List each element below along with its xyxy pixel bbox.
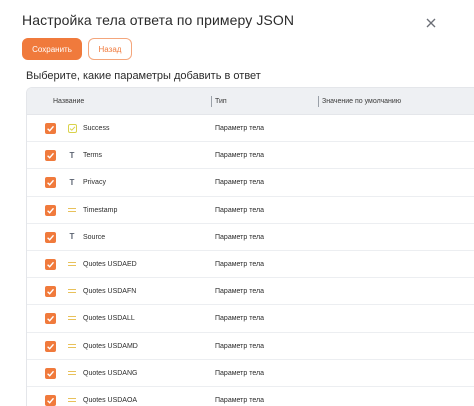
row-checkbox[interactable]	[45, 204, 56, 216]
column-divider	[211, 96, 212, 107]
number-icon	[67, 367, 77, 379]
parameter-type: Параметр тела	[215, 206, 264, 214]
column-header-name: Название	[53, 98, 85, 105]
row-checkbox[interactable]	[45, 340, 56, 352]
row-checkbox[interactable]	[45, 286, 56, 298]
parameter-type: Параметр тела	[215, 396, 264, 404]
close-icon[interactable]	[424, 16, 438, 30]
parameter-type: Параметр тела	[215, 179, 264, 187]
parameter-name: Quotes USDAED	[83, 260, 137, 268]
boolean-icon	[67, 122, 77, 134]
parameter-name: Quotes USDALL	[83, 315, 135, 323]
dialog-subtitle: Выберите, какие параметры добавить в отв…	[26, 70, 261, 82]
parameter-type: Параметр тела	[215, 369, 264, 377]
parameter-type: Параметр тела	[215, 315, 264, 323]
column-header-type: Тип	[215, 98, 227, 105]
parameter-type: Параметр тела	[215, 260, 264, 268]
number-icon	[67, 258, 77, 270]
parameter-type: Параметр тела	[215, 125, 264, 132]
row-checkbox[interactable]	[45, 150, 56, 162]
row-checkbox[interactable]	[45, 367, 56, 379]
number-icon	[67, 285, 77, 297]
parameter-name: Source	[83, 233, 106, 241]
table-row[interactable]: Quotes USDAFN Параметр тела	[27, 278, 474, 306]
number-icon	[67, 312, 77, 324]
parameter-type: Параметр тела	[215, 288, 264, 296]
row-checkbox[interactable]	[45, 123, 56, 134]
parameter-name: Privacy	[83, 179, 106, 187]
column-header-default-value: Значение по умолчанию	[322, 98, 402, 105]
row-checkbox[interactable]	[45, 177, 56, 189]
parameter-name: Success	[83, 125, 110, 132]
table-row[interactable]: T Source Параметр тела	[27, 223, 474, 251]
parameter-name: Timestamp	[83, 206, 118, 214]
row-checkbox[interactable]	[45, 231, 56, 243]
row-checkbox[interactable]	[45, 258, 56, 270]
number-icon	[67, 394, 77, 406]
row-checkbox[interactable]	[45, 394, 56, 406]
parameters-table: Название Тип Значение по умолчанию Succe…	[26, 87, 474, 406]
table-row[interactable]: Timestamp Параметр тела	[27, 196, 474, 224]
dialog-title: Настройка тела ответа по примеру JSON	[22, 12, 295, 28]
table-row[interactable]: Quotes USDANG Параметр тела	[27, 359, 474, 387]
save-button[interactable]: Сохранить	[22, 38, 82, 60]
table-row[interactable]: Quotes USDAED Параметр тела	[27, 250, 474, 279]
back-button[interactable]: Назад	[88, 38, 132, 60]
parameter-name: Terms	[83, 152, 103, 160]
table-body: Success Параметр тела T Terms Параметр тела T…	[27, 115, 474, 406]
parameter-name: Quotes USDANG	[83, 369, 138, 377]
column-divider	[318, 96, 319, 107]
parameter-type: Параметр тела	[215, 342, 264, 350]
parameter-type: Параметр тела	[215, 152, 264, 160]
row-checkbox[interactable]	[45, 313, 56, 325]
response-body-dialog: Настройка тела ответа по примеру JSON Со…	[0, 0, 474, 406]
text-icon: T	[69, 177, 75, 187]
parameter-name: Quotes USDAOA	[83, 396, 138, 404]
table-row[interactable]: Quotes USDAOA Параметр тела	[27, 386, 474, 406]
number-icon	[67, 204, 77, 216]
text-icon: T	[69, 150, 75, 160]
table-row[interactable]: Quotes USDALL Параметр тела	[27, 305, 474, 333]
parameter-type: Параметр тела	[215, 233, 264, 241]
text-icon: T	[69, 232, 75, 242]
table-row[interactable]: Success Параметр тела	[27, 115, 474, 143]
table-row[interactable]: T Terms Параметр тела	[27, 142, 474, 170]
table-row[interactable]: Quotes USDAMD Параметр тела	[27, 332, 474, 360]
table-header: Название Тип Значение по умолчанию	[27, 88, 474, 115]
parameter-name: Quotes USDAFN	[83, 288, 137, 296]
table-row[interactable]: T Privacy Параметр тела	[27, 169, 474, 197]
parameter-name: Quotes USDAMD	[83, 342, 138, 350]
number-icon	[67, 340, 77, 352]
